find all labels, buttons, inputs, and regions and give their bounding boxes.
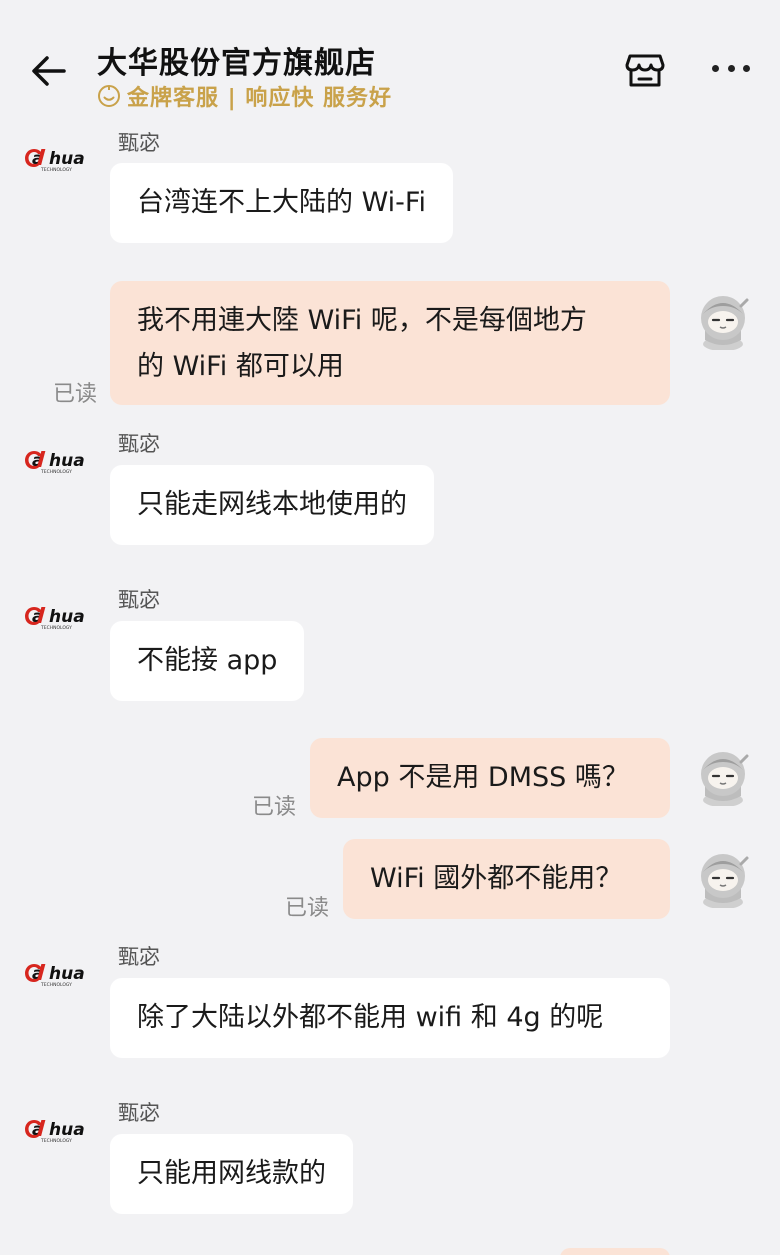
service-badge-text: 金牌客服 | 响应快 服务好 xyxy=(127,86,393,111)
sender-name: 甄宓 xyxy=(118,588,160,612)
service-badge: 金牌客服 | 响应快 服务好 xyxy=(97,80,392,112)
dahua-logo-avatar[interactable] xyxy=(24,958,96,988)
message-bubble[interactable]: 只能走网线本地使用的 xyxy=(110,465,434,545)
dahua-logo-avatar[interactable] xyxy=(24,445,96,475)
more-dots-icon xyxy=(712,64,719,72)
more-options-button[interactable] xyxy=(712,58,750,78)
store-icon xyxy=(625,54,665,87)
message-bubble[interactable]: 只能用网线款的 xyxy=(110,1134,353,1214)
user-avatar[interactable] xyxy=(695,848,751,908)
dahua-logo-avatar[interactable] xyxy=(24,1114,96,1144)
dahua-logo-avatar[interactable] xyxy=(24,143,96,173)
sender-name: 甄宓 xyxy=(118,1101,160,1125)
message-bubble[interactable]: 不能接 app xyxy=(110,621,305,701)
dahua-logo-avatar[interactable] xyxy=(24,601,96,631)
read-status: 已读 xyxy=(285,896,330,921)
message-line: 我不用連大陸 WiFi 呢，不是每個地方 xyxy=(137,305,587,336)
back-button[interactable] xyxy=(28,50,70,92)
smile-icon xyxy=(98,85,120,107)
sender-name: 甄宓 xyxy=(118,432,160,456)
read-status: 已读 xyxy=(252,795,297,820)
read-status: 已读 xyxy=(53,382,98,407)
sender-name: 甄宓 xyxy=(118,131,160,155)
chat-header: 大华股份官方旗舰店 金牌客服 | 响应快 服务好 xyxy=(0,0,780,118)
shop-title[interactable]: 大华股份官方旗舰店 xyxy=(97,38,376,82)
message-bubble[interactable]: 台湾连不上大陆的 Wi-Fi xyxy=(110,163,453,243)
message-bubble-partial xyxy=(560,1248,670,1255)
message-line: 的 WiFi 都可以用 xyxy=(137,351,344,382)
message-bubble[interactable]: App 不是用 DMSS 嗎？ xyxy=(310,738,670,818)
shop-button[interactable] xyxy=(624,48,666,90)
arrow-left-icon xyxy=(32,56,66,86)
sender-name: 甄宓 xyxy=(118,945,160,969)
message-bubble[interactable]: 除了大陆以外都不能用 wifi 和 4g 的呢 xyxy=(110,978,670,1058)
message-bubble[interactable]: WiFi 國外都不能用？ xyxy=(343,839,670,919)
message-bubble[interactable]: 我不用連大陸 WiFi 呢，不是每個地方 的 WiFi 都可以用 xyxy=(110,281,670,405)
user-avatar[interactable] xyxy=(695,290,751,350)
user-avatar[interactable] xyxy=(695,746,751,806)
